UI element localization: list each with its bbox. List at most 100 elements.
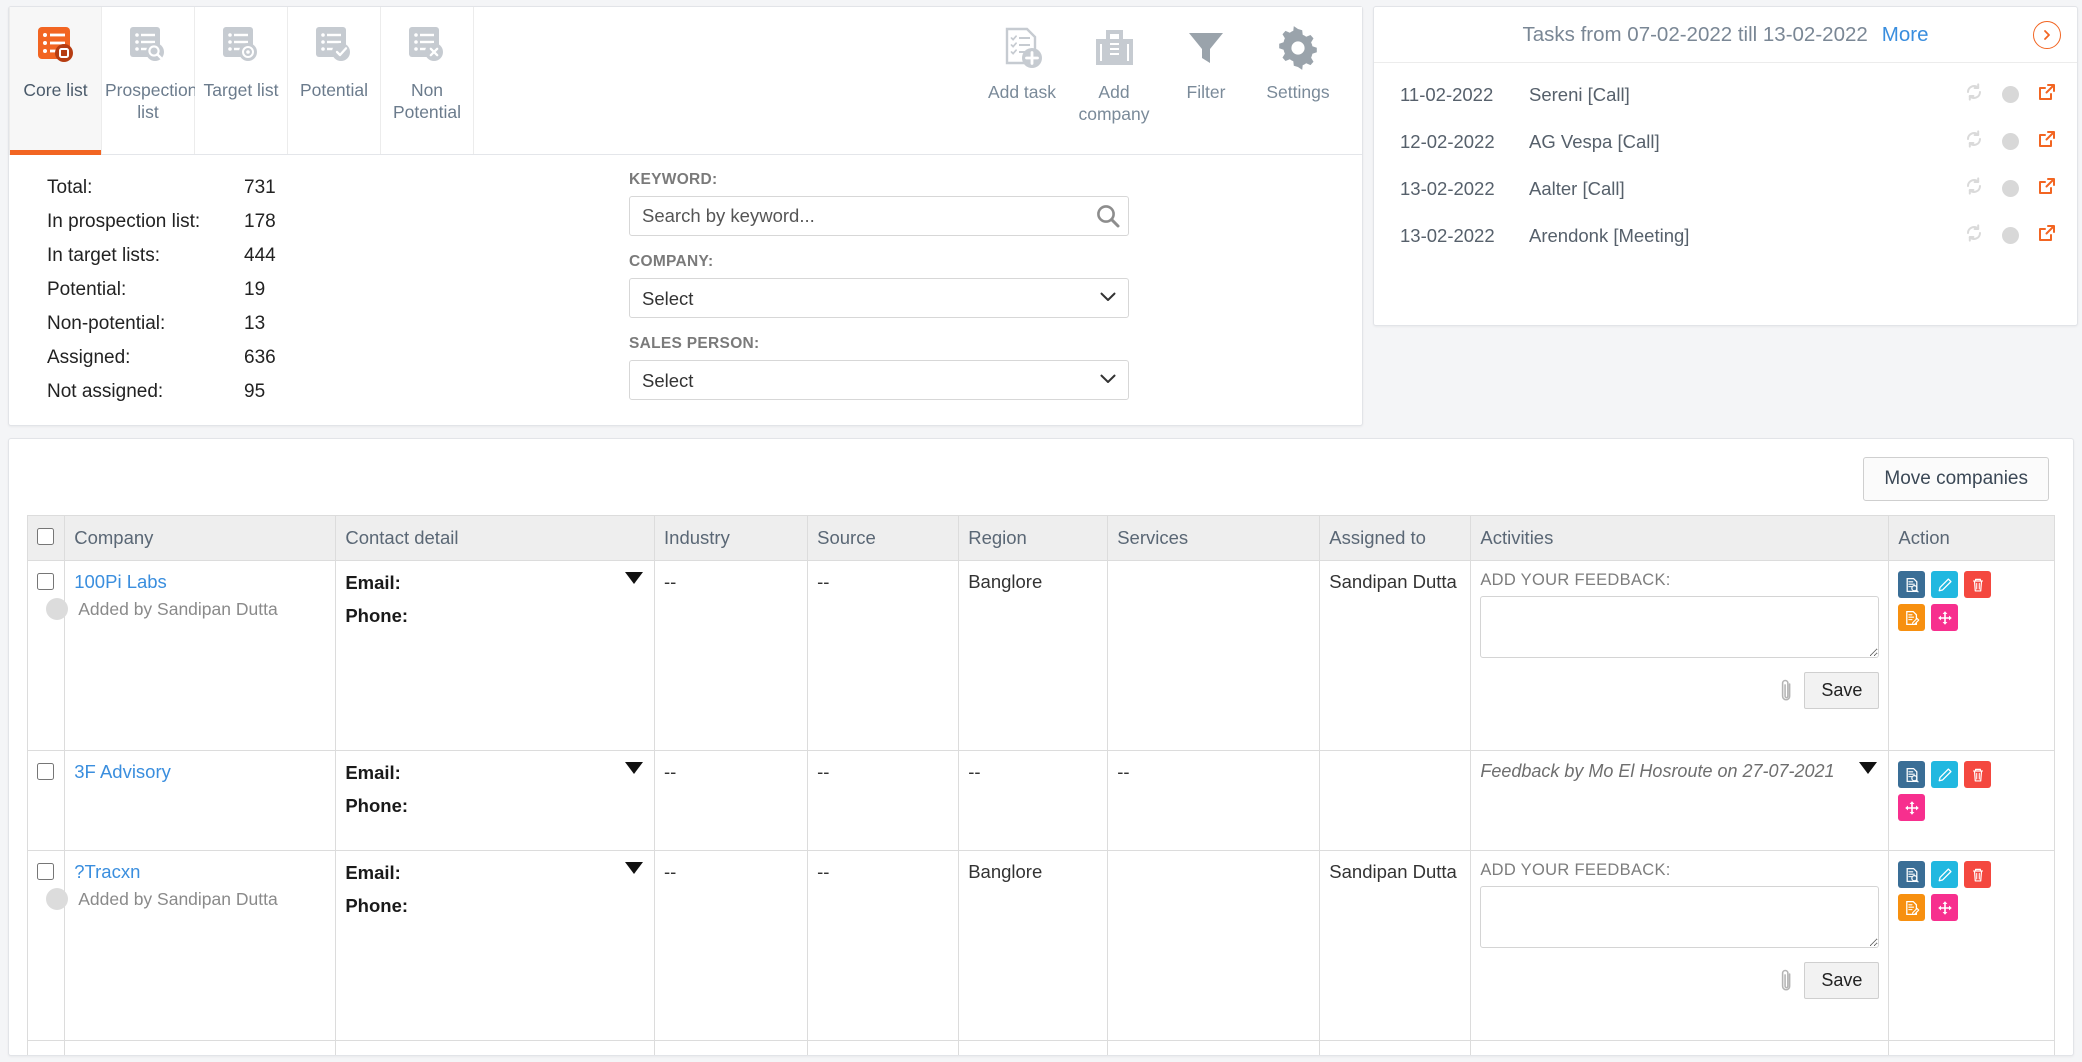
- row-select-cell: [28, 1041, 65, 1057]
- delete-icon[interactable]: [1964, 761, 1991, 788]
- sales-person-select[interactable]: Select: [629, 360, 1129, 400]
- table-body: 100Pi Labs Added by Sandipan Dutta Email…: [28, 561, 2055, 1057]
- row-checkbox[interactable]: [37, 573, 54, 590]
- attach-file-button[interactable]: [1780, 677, 1794, 705]
- add-company-button[interactable]: Add company: [1068, 25, 1160, 125]
- contact-expand-icon[interactable]: [625, 762, 643, 774]
- save-feedback-button[interactable]: Save: [1804, 962, 1879, 999]
- add-task-button[interactable]: Add task: [976, 25, 1068, 103]
- contact-cell: Email: Phone:: [336, 851, 655, 1041]
- refresh-icon[interactable]: [1964, 129, 1984, 154]
- activities-cell: Feedback by Mo El Hosroute on 27-07-2021: [1471, 751, 1889, 851]
- stat-potential: Potential: 19: [47, 273, 629, 307]
- task-date: 11-02-2022: [1400, 84, 1507, 106]
- move-icon[interactable]: [1931, 604, 1958, 631]
- add-company-icon: [1091, 25, 1137, 71]
- task-date: 13-02-2022: [1400, 225, 1507, 247]
- move-companies-button[interactable]: Move companies: [1863, 457, 2049, 501]
- edit-icon[interactable]: [1931, 761, 1958, 788]
- email-label: Email:: [345, 861, 619, 885]
- contact-expand-icon[interactable]: [625, 572, 643, 584]
- stat-label: Not assigned:: [47, 375, 244, 409]
- tab-label: Prospection list: [105, 79, 191, 123]
- task-row[interactable]: 13-02-2022 Aalter [Call]: [1374, 165, 2077, 212]
- stat-value: 636: [244, 341, 276, 375]
- feedback-textarea[interactable]: [1480, 596, 1879, 658]
- stat-label: In target lists:: [47, 239, 244, 273]
- note-icon[interactable]: [1898, 604, 1925, 631]
- open-external-icon[interactable]: [2037, 129, 2057, 154]
- companies-table: Company Contact detail Industry Source R…: [27, 515, 2055, 1056]
- tasks-next-button[interactable]: [2033, 21, 2061, 49]
- activities-cell: ADD YOUR FEEDBACK: Save: [1471, 851, 1889, 1041]
- move-icon[interactable]: [1898, 794, 1925, 821]
- tasks-list: 11-02-2022 Sereni [Call]: [1374, 63, 2077, 259]
- feedback-expand-icon[interactable]: [1859, 762, 1877, 774]
- task-row[interactable]: 11-02-2022 Sereni [Call]: [1374, 71, 2077, 118]
- move-icon[interactable]: [1931, 894, 1958, 921]
- stat-value: 19: [244, 273, 265, 307]
- row-checkbox[interactable]: [37, 863, 54, 880]
- open-external-icon[interactable]: [2037, 82, 2057, 107]
- settings-button[interactable]: Settings: [1252, 25, 1344, 103]
- search-input[interactable]: [629, 196, 1129, 236]
- tab-non-potential[interactable]: Non Potential: [381, 7, 474, 154]
- attach-file-button[interactable]: [1780, 967, 1794, 995]
- task-row[interactable]: 12-02-2022 AG Vespa [Call]: [1374, 118, 2077, 165]
- industry-cell: --: [655, 851, 808, 1041]
- table-row: [28, 1041, 2055, 1057]
- delete-icon[interactable]: [1964, 571, 1991, 598]
- company-select[interactable]: Select: [629, 278, 1129, 318]
- feedback-textarea[interactable]: [1480, 886, 1879, 948]
- search-button[interactable]: [1093, 201, 1123, 231]
- task-icon-group: [1964, 223, 2057, 248]
- tasks-more-link[interactable]: More: [1882, 23, 1929, 47]
- status-dot[interactable]: [2002, 227, 2019, 244]
- open-external-icon[interactable]: [2037, 176, 2057, 201]
- task-row[interactable]: 13-02-2022 Arendonk [Meeting]: [1374, 212, 2077, 259]
- tab-potential[interactable]: Potential: [288, 7, 381, 154]
- view-icon[interactable]: [1898, 861, 1925, 888]
- assigned-to-cell: Sandipan Dutta: [1320, 851, 1471, 1041]
- company-cell: [65, 1041, 336, 1057]
- tab-prospection-list[interactable]: Prospection list: [102, 7, 195, 154]
- company-link[interactable]: 100Pi Labs: [74, 571, 326, 593]
- company-link[interactable]: 3F Advisory: [74, 761, 326, 783]
- delete-icon[interactable]: [1964, 861, 1991, 888]
- select-all-checkbox[interactable]: [37, 528, 54, 545]
- contact-cell: [336, 1041, 655, 1057]
- header-assigned-to: Assigned to: [1320, 516, 1471, 561]
- refresh-icon[interactable]: [1964, 223, 1984, 248]
- task-icon-group: [1964, 129, 2057, 154]
- refresh-icon[interactable]: [1964, 176, 1984, 201]
- table-row: 100Pi Labs Added by Sandipan Dutta Email…: [28, 561, 2055, 751]
- view-icon[interactable]: [1898, 571, 1925, 598]
- edit-icon[interactable]: [1931, 571, 1958, 598]
- filter-icon: [1183, 25, 1229, 71]
- refresh-icon[interactable]: [1964, 82, 1984, 107]
- view-icon[interactable]: [1898, 761, 1925, 788]
- company-link[interactable]: ?Tracxn: [74, 861, 326, 883]
- header-company: Company: [65, 516, 336, 561]
- list-search-icon: [126, 23, 170, 67]
- tab-core-list[interactable]: Core list: [9, 7, 102, 154]
- tab-label: Potential: [300, 79, 368, 101]
- edit-icon[interactable]: [1931, 861, 1958, 888]
- note-icon[interactable]: [1898, 894, 1925, 921]
- row-checkbox[interactable]: [37, 763, 54, 780]
- table-toolbar: Move companies: [27, 451, 2055, 515]
- stat-value: 95: [244, 375, 265, 409]
- open-external-icon[interactable]: [2037, 223, 2057, 248]
- row-select-cell: [28, 851, 65, 1041]
- save-feedback-button[interactable]: Save: [1804, 672, 1879, 709]
- action-cell: [1889, 751, 2055, 851]
- companies-panel: Move companies Company Contact detail In…: [8, 438, 2074, 1056]
- industry-cell: [655, 1041, 808, 1057]
- contact-expand-icon[interactable]: [625, 862, 643, 874]
- status-dot[interactable]: [2002, 180, 2019, 197]
- filter-button[interactable]: Filter: [1160, 25, 1252, 103]
- status-dot[interactable]: [2002, 133, 2019, 150]
- table-row: 3F Advisory Email: Phone: -- -- -- --: [28, 751, 2055, 851]
- status-dot[interactable]: [2002, 86, 2019, 103]
- tab-target-list[interactable]: Target list: [195, 7, 288, 154]
